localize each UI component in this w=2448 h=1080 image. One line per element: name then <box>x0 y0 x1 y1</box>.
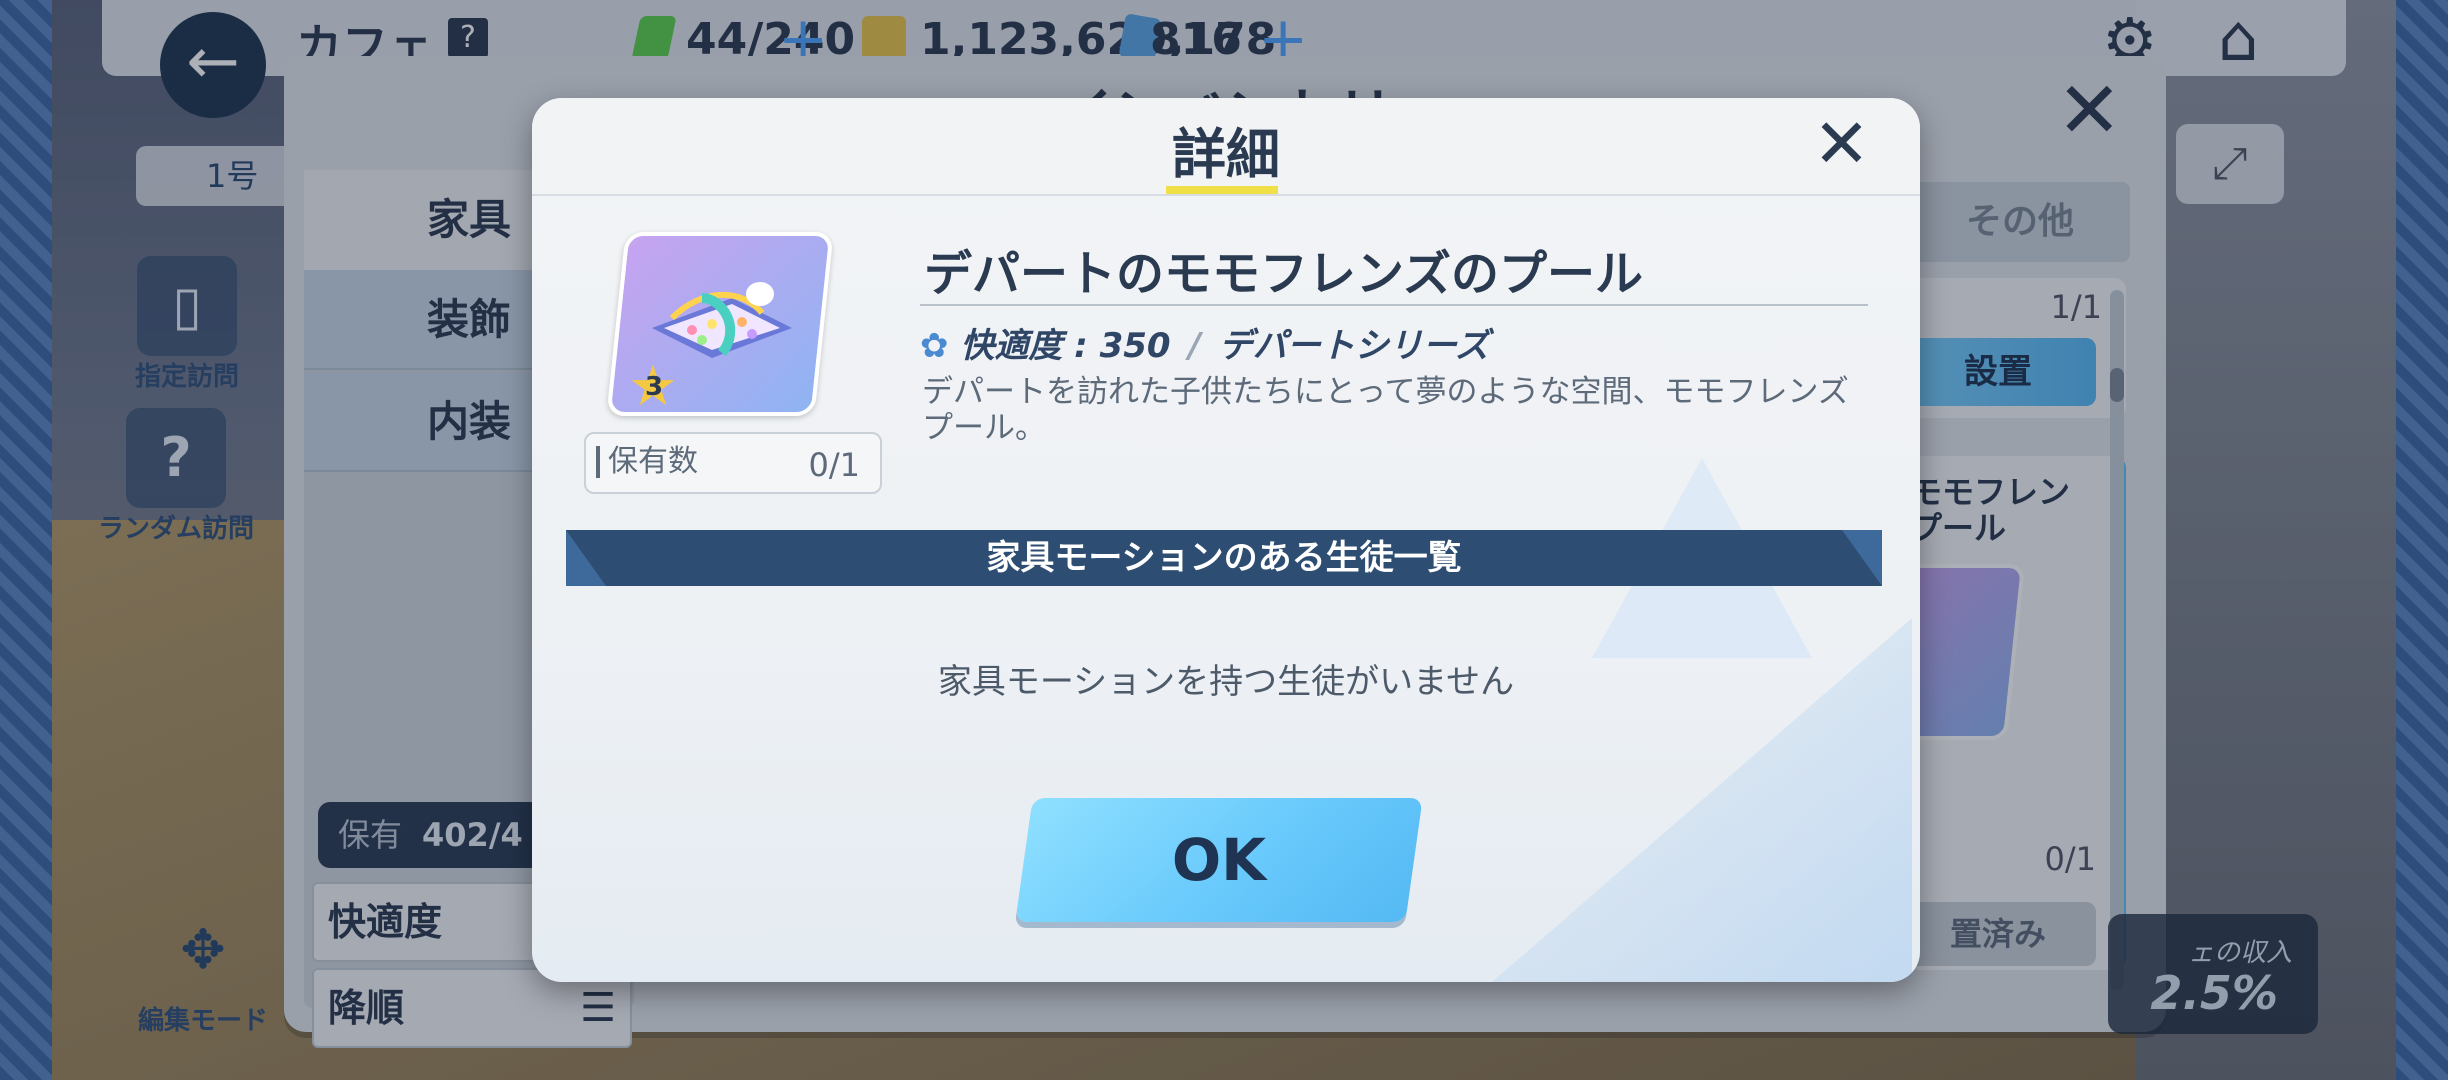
ok-button-label[interactable]: OK <box>1024 798 1414 922</box>
star-rank: 3 <box>644 372 664 402</box>
divider <box>920 304 1868 306</box>
owned-count-value: 0/1 <box>808 446 861 484</box>
owned-count-label: 保有数 <box>596 446 698 478</box>
item-stats: ✿ 快適度 : 350 / デパートシリーズ <box>920 318 1489 367</box>
item-name: デパートのモモフレンズのプール <box>924 246 1644 302</box>
flower-icon: ✿ <box>920 326 949 366</box>
motion-header-label: 家具モーションのある生徒一覧 <box>986 538 1462 578</box>
detail-modal: 詳細 ✕ ★ 3 保有数 0/1 デパートのモモフレンズのプール ✿ 快適度 :… <box>532 98 1920 982</box>
title-underline <box>1166 186 1278 194</box>
motion-empty-message: 家具モーションを持つ生徒がいません <box>937 662 1515 702</box>
slash-separator: / <box>1188 326 1201 366</box>
item-description: デパートを訪れた子供たちにとって夢のような空間、モモフレンズプール。 <box>922 374 1849 446</box>
close-icon[interactable]: ✕ <box>1813 110 1870 180</box>
series-name: デパートシリーズ <box>1218 326 1490 366</box>
owned-count-box: 保有数 0/1 <box>584 432 882 494</box>
comfort-value: 快適度 : 350 <box>960 326 1171 366</box>
modal-title: 詳細 <box>1172 123 1280 186</box>
